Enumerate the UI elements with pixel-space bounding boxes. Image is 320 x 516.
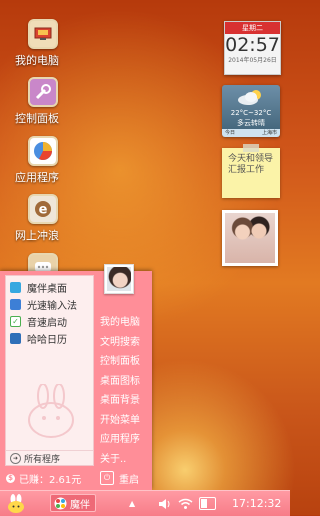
- photo-frame-icon: [225, 213, 275, 263]
- start-menu-footer: $ 已赚：2.61元 ⏻ 重启: [0, 466, 152, 490]
- weather-condition: 多云转晴: [237, 119, 265, 127]
- tape-decoration: [243, 144, 259, 152]
- link-control-panel[interactable]: 控制面板: [100, 352, 150, 372]
- desktop-icon-label: 应用程序: [15, 171, 59, 184]
- earned-status: $ 已赚：2.61元: [6, 471, 81, 486]
- sticky-note-text: 今天和领导汇报工作: [228, 154, 274, 175]
- start-button[interactable]: [6, 494, 26, 513]
- link-applications[interactable]: 应用程序: [100, 430, 150, 450]
- power-icon: ⏻: [100, 471, 114, 485]
- clock-day: 星期二: [225, 22, 280, 34]
- calendar-icon: [10, 333, 21, 344]
- desktop-icon-label: 我的电脑: [15, 54, 59, 67]
- browser-icon: e: [28, 194, 58, 224]
- app-item-label: 音速启动: [27, 318, 67, 329]
- taskbar-clock[interactable]: 17:12:32: [232, 491, 281, 516]
- app-item-launcher[interactable]: ✓ 音速启动: [6, 313, 93, 330]
- start-menu-links: 我的电脑 文明搜索 控制面板 桌面图标 桌面背景 开始菜单 应用程序 关于..: [100, 313, 150, 469]
- all-programs-button[interactable]: ➜ 所有程序: [6, 450, 93, 465]
- control-panel-icon: [28, 77, 58, 107]
- weather-today: 今日: [225, 130, 236, 136]
- battery-icon[interactable]: [199, 491, 216, 516]
- clock-date: 2014年05月26日: [228, 57, 277, 64]
- link-search[interactable]: 文明搜索: [100, 333, 150, 353]
- link-start-menu[interactable]: 开始菜单: [100, 411, 150, 431]
- link-desktop-background[interactable]: 桌面背景: [100, 391, 150, 411]
- weather-city: 上海市: [261, 130, 277, 136]
- svg-text:e: e: [39, 203, 48, 218]
- app-item-calendar[interactable]: 哈哈日历: [6, 330, 93, 347]
- launcher-icon: ✓: [10, 316, 21, 327]
- computer-icon: [28, 19, 58, 49]
- taskbar: 魔伴 ▲ 17:12:32: [0, 490, 290, 516]
- coin-icon: $: [6, 473, 15, 483]
- user-photo-icon: [107, 267, 131, 291]
- volume-icon[interactable]: [158, 491, 172, 516]
- desktop-icon-control-panel[interactable]: 控制面板: [14, 77, 72, 126]
- desktop-icon-my-computer[interactable]: 我的电脑: [14, 19, 72, 68]
- desktop-icon-applications[interactable]: 应用程序: [14, 136, 72, 185]
- link-desktop-icons[interactable]: 桌面图标: [100, 372, 150, 392]
- reboot-button[interactable]: ⏻ 重启: [100, 471, 139, 486]
- arrow-right-icon: ➜: [10, 452, 21, 464]
- weather-footer: 今日 上海市: [222, 129, 280, 137]
- cloudy-icon: [238, 90, 261, 105]
- reboot-label: 重启: [119, 474, 139, 486]
- weather-temp: 22°C~32°C: [230, 109, 272, 117]
- desktop-icon-label: 网上冲浪: [15, 229, 59, 242]
- link-my-computer[interactable]: 我的电脑: [100, 313, 150, 333]
- wifi-icon[interactable]: [178, 491, 193, 516]
- start-menu: 魔伴桌面 光速输入法 ✓ 音速启动 哈哈日历 ➜ 所有程序 我的电脑 文明搜索 …: [0, 264, 152, 490]
- sticky-note-widget[interactable]: 今天和领导汇报工作: [222, 144, 280, 198]
- clock-widget[interactable]: 星期二 02:57 2014年05月26日: [224, 21, 281, 75]
- tray-expand-icon[interactable]: ▲: [129, 491, 135, 516]
- applications-icon: [28, 136, 58, 166]
- avatar[interactable]: [104, 264, 134, 294]
- input-method-icon: [10, 299, 21, 310]
- app-item-mobanzhuomian[interactable]: 魔伴桌面: [6, 279, 93, 296]
- clock-time: 02:57: [225, 34, 280, 56]
- app-item-input-method[interactable]: 光速输入法: [6, 296, 93, 313]
- desktop-icon-label: 控制面板: [15, 112, 59, 125]
- bunny-watermark-icon: [28, 384, 74, 438]
- all-programs-label: 所有程序: [24, 454, 61, 465]
- mobanzhuomian-icon: [54, 497, 67, 509]
- earned-text: 已赚：2.61元: [19, 474, 82, 486]
- photo-frame-widget[interactable]: [222, 210, 278, 266]
- app-item-label: 哈哈日历: [27, 335, 67, 346]
- weather-widget[interactable]: 22°C~32°C 多云转晴 今日 上海市: [222, 85, 280, 137]
- app-item-label: 魔伴桌面: [27, 284, 67, 295]
- taskbar-item-moban[interactable]: 魔伴: [50, 494, 96, 512]
- app-item-label: 光速输入法: [27, 301, 77, 312]
- desktop-icon-browser[interactable]: e 网上冲浪: [14, 194, 72, 243]
- mobanzhuomian-icon: [10, 282, 21, 293]
- start-menu-apps-panel: 魔伴桌面 光速输入法 ✓ 音速启动 哈哈日历 ➜ 所有程序: [5, 275, 94, 466]
- taskbar-item-label: 魔伴: [70, 499, 90, 511]
